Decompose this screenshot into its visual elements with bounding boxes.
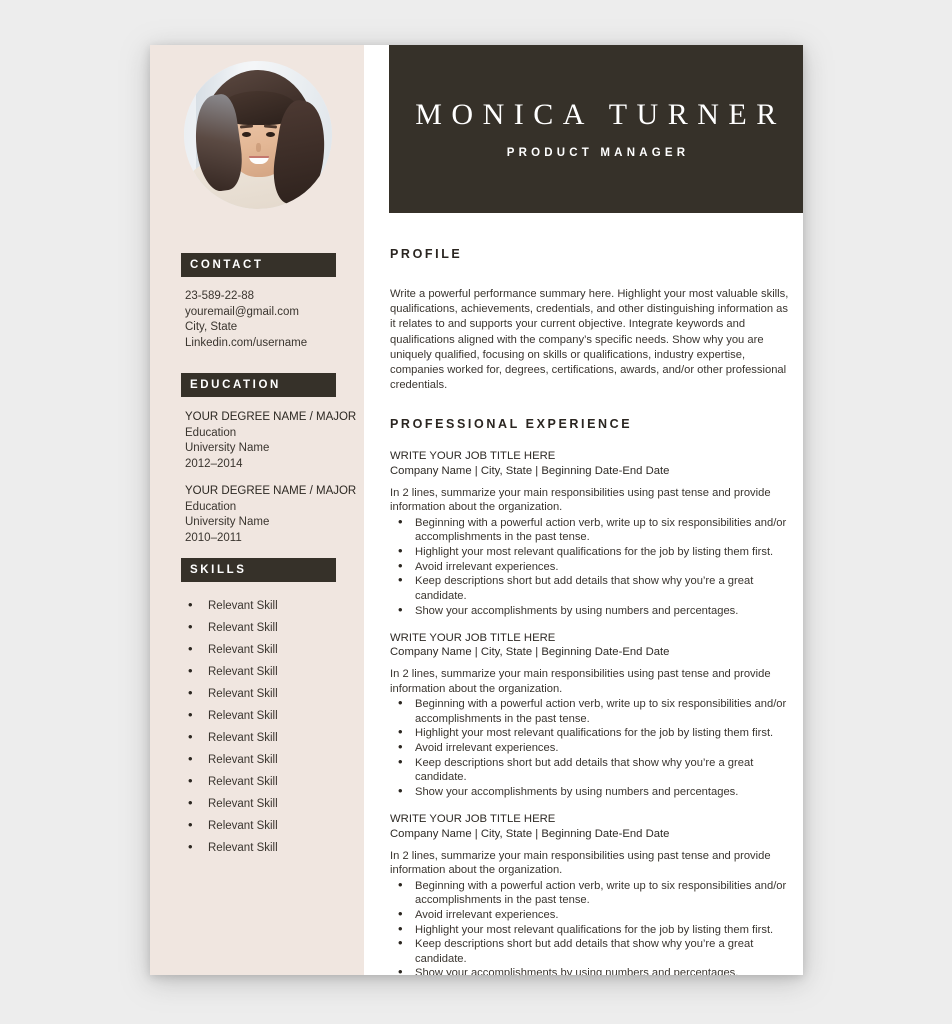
resume-sidebar: CONTACT 23-589-22-88 youremail@gmail.com… bbox=[150, 45, 364, 975]
skills-heading: SKILLS bbox=[181, 558, 336, 582]
education-years: 2012–2014 bbox=[185, 457, 243, 470]
job-title: WRITE YOUR JOB TITLE HERE bbox=[390, 813, 556, 826]
job-bullet: Show your accomplishments by using numbe… bbox=[390, 784, 791, 799]
skill-item: Relevant Skill bbox=[185, 708, 364, 731]
education-years: 2010–2011 bbox=[185, 531, 242, 544]
education-level: Education bbox=[185, 500, 237, 513]
job-meta: Company Name | City, State | Beginning D… bbox=[390, 465, 670, 478]
skill-item: Relevant Skill bbox=[185, 620, 364, 643]
education-degree: YOUR DEGREE NAME / MAJOR bbox=[185, 411, 357, 423]
job-bullet: Keep descriptions short but add details … bbox=[390, 573, 791, 603]
job-bullet: Avoid irrelevant experiences. bbox=[390, 740, 791, 755]
education-heading: EDUCATION bbox=[181, 373, 336, 397]
contact-phone: 23-589-22-88 bbox=[185, 290, 255, 302]
education-list: YOUR DEGREE NAME / MAJOR Education Unive… bbox=[150, 410, 364, 546]
job-bullet: Beginning with a powerful action verb, w… bbox=[390, 696, 791, 726]
skill-item: Relevant Skill bbox=[185, 818, 364, 841]
profile-photo bbox=[184, 61, 332, 209]
experience-entry: WRITE YOUR JOB TITLE HERE Company Name |… bbox=[390, 812, 791, 975]
job-summary: In 2 lines, summarize your main responsi… bbox=[390, 668, 771, 695]
profile-heading: PROFILE bbox=[390, 247, 463, 261]
job-bullet: Show your accomplishments by using numbe… bbox=[390, 603, 791, 618]
job-bullet: Avoid irrelevant experiences. bbox=[390, 907, 791, 922]
skills-list: Relevant Skill Relevant Skill Relevant S… bbox=[150, 598, 364, 863]
portrait-nose bbox=[256, 143, 261, 152]
candidate-role: PRODUCT MANAGER bbox=[506, 146, 690, 159]
experience-heading: PROFESSIONAL EXPERIENCE bbox=[390, 417, 633, 432]
skill-item: Relevant Skill bbox=[185, 774, 364, 797]
portrait-eye-right bbox=[266, 132, 275, 137]
resume-document: CONTACT 23-589-22-88 youremail@gmail.com… bbox=[150, 45, 803, 975]
experience-entry: WRITE YOUR JOB TITLE HERE Company Name |… bbox=[390, 449, 791, 617]
screenshot-canvas: CONTACT 23-589-22-88 youremail@gmail.com… bbox=[0, 0, 952, 1024]
experience-entry: WRITE YOUR JOB TITLE HERE Company Name |… bbox=[390, 631, 791, 799]
skill-item: Relevant Skill bbox=[185, 642, 364, 665]
contact-linkedin: Linkedin.com/username bbox=[185, 336, 308, 349]
job-bullet: Keep descriptions short but add details … bbox=[390, 755, 791, 785]
skill-item: Relevant Skill bbox=[185, 752, 364, 775]
education-entry: YOUR DEGREE NAME / MAJOR Education Unive… bbox=[185, 484, 364, 546]
education-school: University Name bbox=[185, 516, 270, 528]
job-summary: In 2 lines, summarize your main responsi… bbox=[390, 849, 771, 877]
education-entry: YOUR DEGREE NAME / MAJOR Education Unive… bbox=[185, 410, 364, 472]
education-school: University Name bbox=[185, 442, 270, 454]
job-summary: In 2 lines, summarize your main responsi… bbox=[390, 486, 771, 514]
job-title: WRITE YOUR JOB TITLE HERE bbox=[390, 631, 556, 644]
job-bullet-list: Beginning with a powerful action verb, w… bbox=[390, 696, 791, 799]
job-bullet: Show your accomplishments by using numbe… bbox=[390, 965, 791, 975]
job-meta: Company Name | City, State | Beginning D… bbox=[390, 827, 670, 840]
skill-item: Relevant Skill bbox=[185, 796, 364, 819]
contact-email: youremail@gmail.com bbox=[185, 305, 299, 318]
portrait-eye-left bbox=[242, 132, 251, 137]
skill-item: Relevant Skill bbox=[185, 840, 364, 863]
main-content: PROFILE Write a powerful performance sum… bbox=[364, 247, 803, 975]
contact-location: City, State bbox=[185, 321, 238, 333]
education-level: Education bbox=[185, 426, 237, 439]
job-bullet-list: Beginning with a powerful action verb, w… bbox=[390, 515, 791, 618]
name-header-bar: MONICA TURNER PRODUCT MANAGER bbox=[389, 45, 803, 213]
job-bullet: Highlight your most relevant qualificati… bbox=[390, 922, 791, 937]
contact-details: 23-589-22-88 youremail@gmail.com City, S… bbox=[150, 289, 364, 351]
job-meta: Company Name | City, State | Beginning D… bbox=[390, 646, 670, 659]
job-bullet: Avoid irrelevant experiences. bbox=[390, 559, 791, 574]
skill-item: Relevant Skill bbox=[185, 598, 364, 621]
job-bullet: Beginning with a powerful action verb, w… bbox=[390, 878, 791, 908]
portrait-image bbox=[184, 61, 332, 209]
job-bullet-list: Beginning with a powerful action verb, w… bbox=[390, 878, 791, 975]
candidate-name: MONICA TURNER bbox=[415, 97, 786, 131]
job-bullet: Keep descriptions short but add details … bbox=[390, 936, 791, 966]
job-bullet: Beginning with a powerful action verb, w… bbox=[390, 515, 791, 545]
resume-main-column: MONICA TURNER PRODUCT MANAGER PROFILE Wr… bbox=[364, 45, 803, 975]
education-degree: YOUR DEGREE NAME / MAJOR bbox=[185, 485, 357, 497]
skill-item: Relevant Skill bbox=[185, 664, 364, 687]
job-title: WRITE YOUR JOB TITLE HERE bbox=[390, 450, 556, 463]
job-bullet: Highlight your most relevant qualificati… bbox=[390, 544, 791, 559]
profile-body: Write a powerful performance summary her… bbox=[390, 288, 789, 392]
contact-heading: CONTACT bbox=[181, 253, 336, 277]
skill-item: Relevant Skill bbox=[185, 730, 364, 753]
job-bullet: Highlight your most relevant qualificati… bbox=[390, 725, 791, 740]
skill-item: Relevant Skill bbox=[185, 686, 364, 709]
